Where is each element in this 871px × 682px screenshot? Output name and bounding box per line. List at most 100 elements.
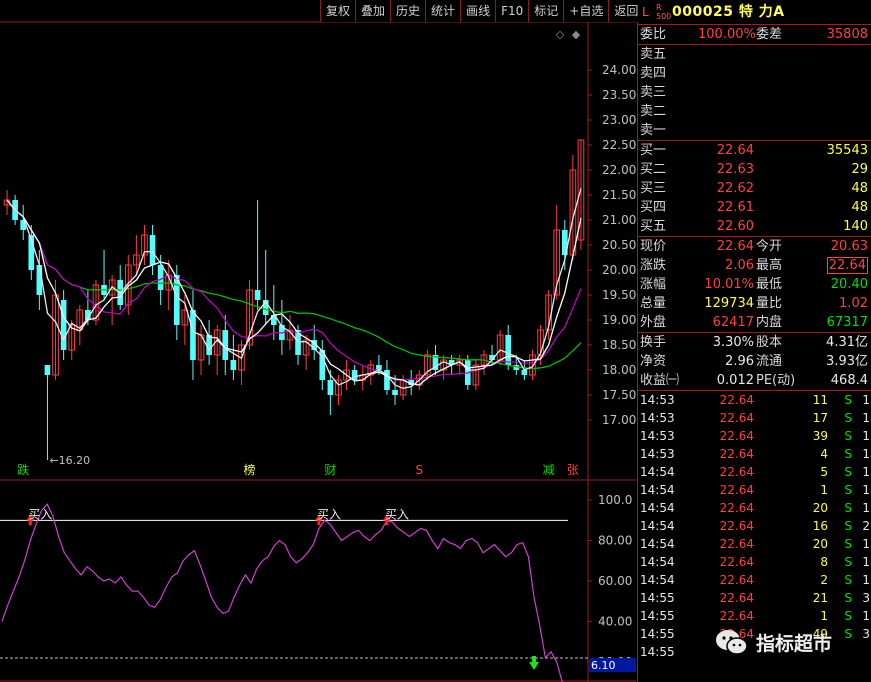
tick-price: 22.64 bbox=[719, 465, 754, 479]
ask-row: 卖四 bbox=[638, 64, 871, 83]
tick-volume: 5 bbox=[820, 465, 828, 479]
event-marker: 榜 bbox=[244, 462, 256, 477]
candle-body bbox=[376, 365, 382, 370]
tick-row[interactable]: 14:53 22.64 39 S 1 bbox=[638, 427, 871, 445]
tick-row[interactable]: 14:54 22.64 8 S 1 bbox=[638, 553, 871, 571]
toolbar-button[interactable]: 返回 bbox=[608, 0, 644, 22]
candle-body bbox=[44, 365, 51, 375]
candle-body bbox=[190, 310, 196, 360]
tick-row[interactable]: 14:53 22.64 11 S 1 bbox=[638, 391, 871, 409]
tick-row[interactable]: 14:54 22.64 20 S 1 bbox=[638, 499, 871, 517]
y-tick-label: 21.50 bbox=[602, 188, 636, 202]
y-tick-label: 17.50 bbox=[602, 388, 636, 402]
quote-value: 22.64 bbox=[716, 239, 754, 254]
quote-label: 量比 bbox=[756, 296, 783, 311]
tick-volume: 20 bbox=[812, 537, 828, 551]
tick-row[interactable]: 14:54 22.64 20 S 1 bbox=[638, 535, 871, 553]
ask-label: 卖五 bbox=[640, 47, 667, 62]
tick-row[interactable]: 14:54 22.64 5 S 1 bbox=[638, 463, 871, 481]
quote-value: 20.63 bbox=[830, 239, 868, 254]
quote-row: 外盘 62417 内盘 67317 bbox=[638, 313, 871, 332]
ask-row: 卖五 bbox=[638, 45, 871, 64]
toolbar-button[interactable]: F10 bbox=[495, 0, 529, 22]
tick-count: 1 bbox=[862, 411, 870, 425]
tick-row[interactable]: 14:53 22.64 4 S 1 bbox=[638, 445, 871, 463]
bid-label: 买二 bbox=[640, 162, 667, 177]
stat-label: 收益㈠ bbox=[640, 373, 680, 388]
tick-count: 1 bbox=[862, 393, 870, 407]
tick-row[interactable]: 14:53 22.64 17 S 1 bbox=[638, 409, 871, 427]
tick-bs: S bbox=[844, 447, 852, 461]
tick-row[interactable]: 14:55 22.64 1 S 1 bbox=[638, 607, 871, 625]
tick-time: 14:53 bbox=[640, 411, 675, 425]
stat-label: 流通 bbox=[756, 354, 783, 369]
event-marker: S bbox=[415, 463, 423, 477]
chart-area[interactable]: 17.00 17.50 18.00 18.50 19.00 19.50 20.00 20.50… bbox=[0, 0, 636, 682]
tick-row[interactable]: 14:54 22.64 16 S 2 bbox=[638, 517, 871, 535]
ma30-line bbox=[6, 199, 582, 370]
quote-label: 总量 bbox=[640, 296, 667, 311]
bid-price: 22.64 bbox=[716, 143, 754, 158]
r-indicator: R 500 bbox=[656, 3, 671, 21]
quote-list: 现价 22.64 今开 20.63 涨跌 2.06 最高 22.64 涨幅 10.01% 最低 20.… bbox=[638, 237, 871, 332]
tick-volume: 20 bbox=[812, 501, 828, 515]
tick-time: 14:55 bbox=[640, 591, 675, 605]
y-tick-label: 24.00 bbox=[602, 63, 636, 77]
tick-bs: S bbox=[844, 483, 852, 497]
tick-volume: 17 bbox=[812, 411, 828, 425]
quote-label: 内盘 bbox=[756, 315, 783, 330]
stat-label: 换手 bbox=[640, 335, 667, 350]
tick-time: 14:53 bbox=[640, 447, 675, 461]
ask-label: 卖四 bbox=[640, 66, 667, 81]
ask-label: 卖三 bbox=[640, 85, 667, 100]
event-marker: 张 bbox=[567, 463, 579, 477]
tick-row[interactable]: 14:54 22.64 2 S 1 bbox=[638, 571, 871, 589]
tick-row[interactable]: 14:54 22.64 1 S 1 bbox=[638, 481, 871, 499]
toolbar-button[interactable]: 历史 bbox=[390, 0, 426, 22]
event-marker: 财 bbox=[324, 463, 336, 477]
tick-volume: 1 bbox=[820, 609, 828, 623]
quote-value: 62417 bbox=[712, 315, 754, 330]
bid-label: 买三 bbox=[640, 181, 667, 196]
candle-body bbox=[505, 335, 512, 365]
y-tick-label: 21.00 bbox=[602, 213, 636, 227]
toolbar-button[interactable]: +自选 bbox=[563, 0, 609, 22]
tick-price: 22.64 bbox=[719, 555, 754, 569]
tick-row[interactable]: 14:55 22.64 21 S 3 bbox=[638, 589, 871, 607]
tick-time: 14:54 bbox=[640, 483, 675, 497]
stock-header: L R 500 000025 特 力A bbox=[638, 0, 871, 25]
candle-body bbox=[392, 390, 398, 395]
weibi-label: 委比 bbox=[640, 27, 667, 42]
quote-value: 1.02 bbox=[839, 296, 868, 311]
y-tick-label: 22.00 bbox=[602, 163, 636, 177]
chart-canvas[interactable]: 17.00 17.50 18.00 18.50 19.00 19.50 20.00 20.50… bbox=[0, 0, 636, 682]
ask-row: 卖三 bbox=[638, 83, 871, 102]
tick-price: 22.64 bbox=[719, 573, 754, 587]
bid-volume: 29 bbox=[851, 162, 868, 177]
tick-price: 22.64 bbox=[719, 501, 754, 515]
toolbar-button[interactable]: 复权 bbox=[320, 0, 356, 22]
tick-volume: 39 bbox=[812, 429, 828, 443]
toolbar-button[interactable]: 统计 bbox=[425, 0, 461, 22]
tick-price: 22.64 bbox=[719, 483, 754, 497]
tick-volume: 16 bbox=[812, 519, 828, 533]
tick-count: 1 bbox=[862, 483, 870, 497]
stat-value: 4.31亿 bbox=[826, 335, 868, 350]
tick-time: 14:53 bbox=[640, 429, 675, 443]
toolbar-button[interactable]: 叠加 bbox=[355, 0, 391, 22]
quote-row: 涨幅 10.01% 最低 20.40 bbox=[638, 275, 871, 294]
tick-count: 1 bbox=[862, 447, 870, 461]
tick-bs: S bbox=[844, 393, 852, 407]
quote-value: 67317 bbox=[826, 315, 868, 330]
quote-row: 涨跌 2.06 最高 22.64 bbox=[638, 256, 871, 275]
tick-bs: S bbox=[844, 537, 852, 551]
candle-body bbox=[254, 290, 261, 300]
tick-list[interactable]: 14:53 22.64 11 S 1 14:53 22.64 17 S 1 14:53 22.64 39… bbox=[638, 391, 871, 661]
tick-volume: 4 bbox=[820, 447, 828, 461]
tick-bs: S bbox=[844, 573, 852, 587]
toolbar-button[interactable]: 标记 bbox=[528, 0, 564, 22]
toolbar-button[interactable]: 画线 bbox=[460, 0, 496, 22]
tick-bs: S bbox=[844, 429, 852, 443]
tick-bs: S bbox=[844, 609, 852, 623]
weicha-label: 委差 bbox=[756, 27, 783, 42]
